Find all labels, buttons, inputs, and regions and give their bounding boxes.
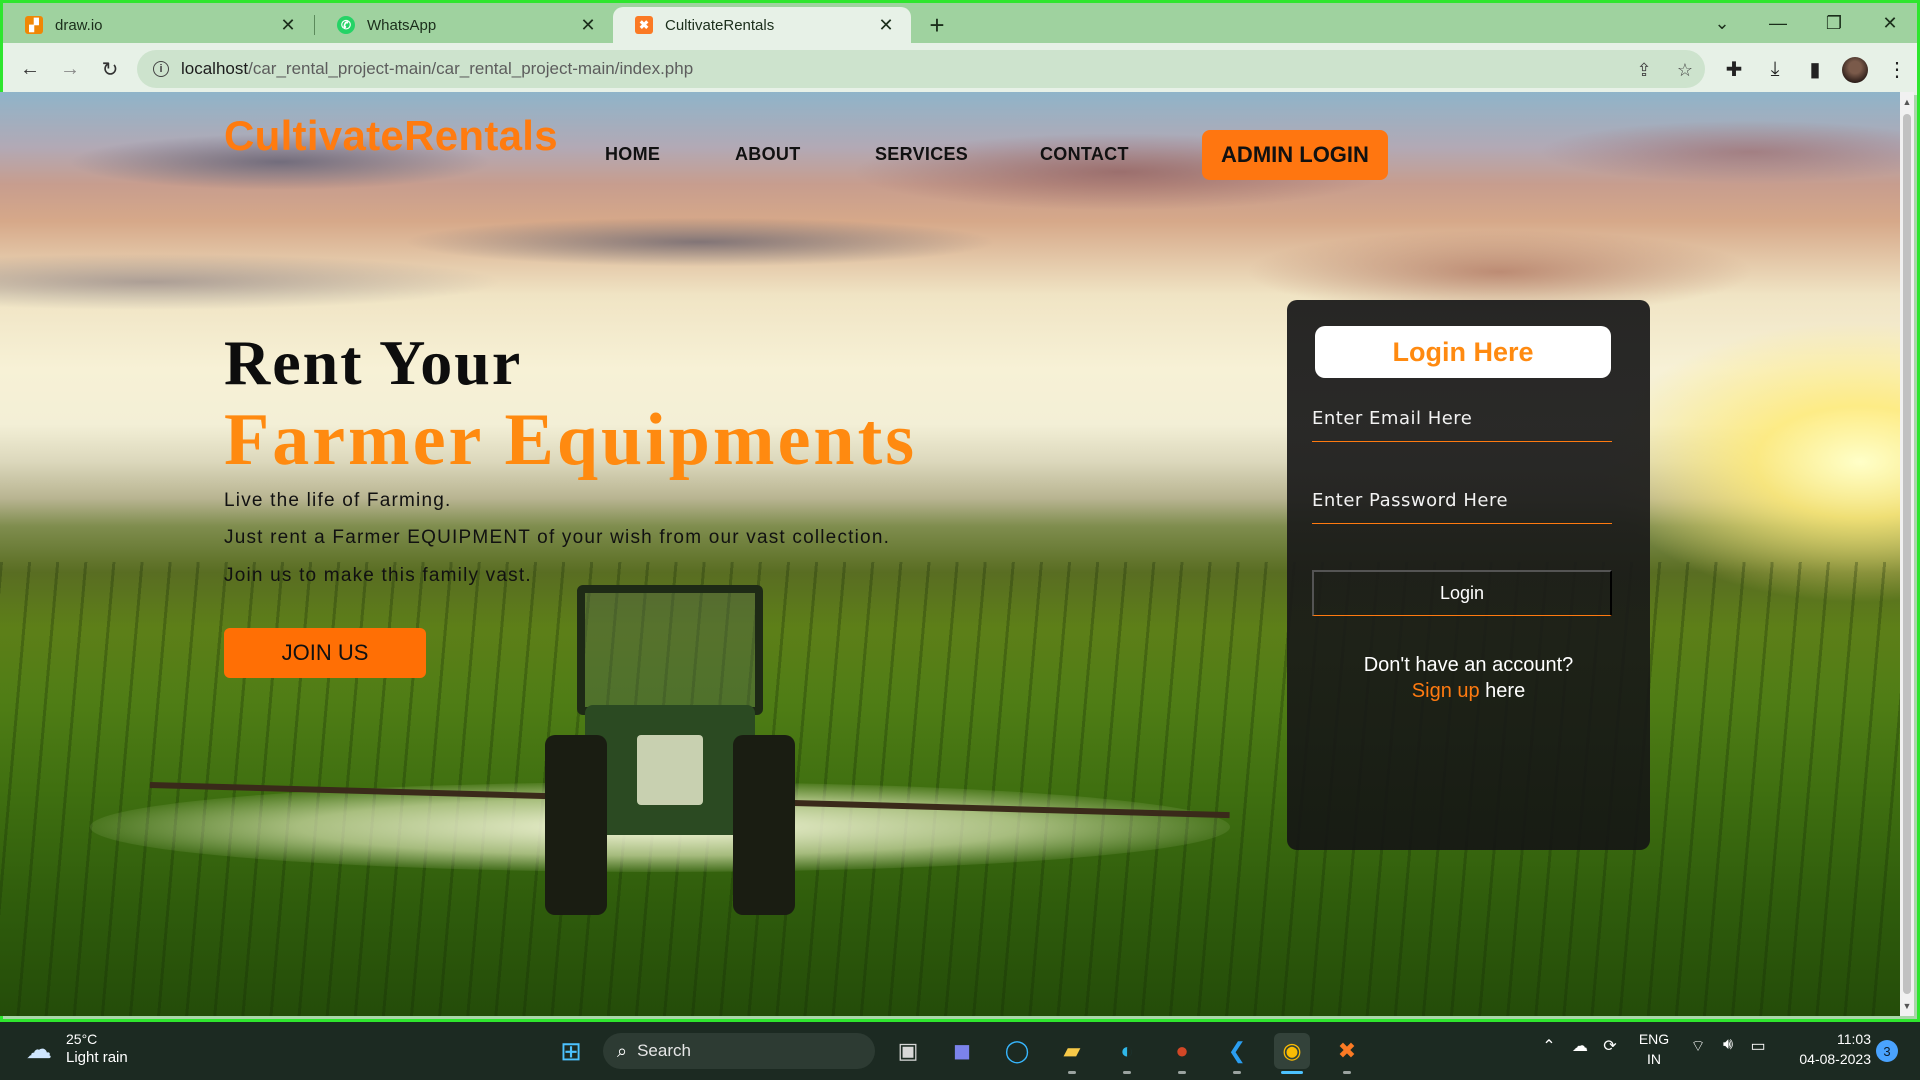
new-tab-button[interactable]: +	[921, 9, 953, 41]
join-us-button[interactable]: JOIN US	[224, 628, 426, 678]
file-explorer-icon[interactable]: ▰	[1054, 1033, 1090, 1069]
restore-button[interactable]: ❐	[1811, 7, 1857, 39]
tab-whatsapp[interactable]: ✆ WhatsApp ✕	[315, 7, 613, 43]
signup-prompt-text: Don't have an account?	[1363, 654, 1574, 676]
password-field[interactable]	[1312, 478, 1612, 522]
search-label: Search	[637, 1041, 691, 1060]
minimize-button[interactable]: —	[1755, 7, 1801, 39]
scroll-down-arrow-icon[interactable]: ▼	[1900, 998, 1914, 1014]
taskbar-search[interactable]: ⌕ Search	[603, 1033, 875, 1069]
nav-about[interactable]: ABOUT	[735, 144, 801, 165]
battery-icon[interactable]: ▭	[1746, 1036, 1770, 1056]
tab-cultivaterentals[interactable]: ✖ CultivateRentals ✕	[613, 7, 911, 43]
reload-icon[interactable]: ↻	[94, 53, 126, 85]
language-indicator[interactable]: ENG IN	[1636, 1029, 1672, 1069]
tab-title: CultivateRentals	[665, 16, 775, 34]
chevron-up-icon[interactable]: ⌃	[1538, 1036, 1560, 1056]
running-indicator	[1068, 1071, 1076, 1074]
login-card: Login Here Login Don't have an account? …	[1287, 300, 1650, 850]
profile-avatar[interactable]	[1842, 57, 1868, 83]
login-button[interactable]: Login	[1312, 570, 1612, 616]
signup-prompt: Don't have an account? Sign up here	[1287, 652, 1650, 704]
url-path: /car_rental_project-main/car_rental_proj…	[248, 59, 694, 78]
vscode-icon[interactable]: ❮	[1219, 1033, 1255, 1069]
weather-temp: 25°C	[66, 1031, 98, 1047]
login-card-title: Login Here	[1315, 326, 1611, 378]
weather-desc: Light rain	[66, 1049, 128, 1066]
tab-search-chevron-icon[interactable]: ⌄	[1699, 7, 1745, 39]
volume-icon[interactable]: 🔊︎	[1716, 1036, 1740, 1054]
wifi-icon[interactable]: ⌔	[1686, 1036, 1710, 1056]
tab-title: WhatsApp	[367, 16, 437, 34]
xampp-icon[interactable]: ✖	[1329, 1033, 1365, 1069]
tractor-image	[545, 585, 795, 915]
url-host: localhost	[181, 59, 249, 78]
tab-strip: ▞ draw.io ✕ ✆ WhatsApp ✕ ✖ CultivateRent…	[3, 3, 1917, 43]
nav-contact[interactable]: CONTACT	[1040, 144, 1129, 165]
back-arrow-icon[interactable]: ←	[14, 53, 46, 85]
scrollbar-thumb[interactable]	[1903, 114, 1911, 994]
bookmark-star-icon[interactable]: ☆	[1674, 59, 1696, 81]
page-viewport: CultivateRentals HOME ABOUT SERVICES CON…	[0, 92, 1900, 1016]
close-icon[interactable]: ✕	[577, 14, 599, 36]
windows-start-icon[interactable]: ⊞	[553, 1033, 589, 1069]
search-icon: ⌕	[617, 1040, 628, 1061]
cloud-rain-icon: ☁	[26, 1033, 52, 1064]
email-field[interactable]	[1312, 396, 1612, 440]
whatsapp-icon: ✆	[337, 16, 355, 34]
hero-heading: Rent Your	[224, 327, 523, 398]
address-bar[interactable]: i localhost/car_rental_project-main/car_…	[137, 50, 1705, 88]
region-code: IN	[1647, 1051, 1661, 1067]
hero-heading-accent: Farmer Equipments	[224, 399, 918, 481]
extensions-puzzle-icon[interactable]: ✚	[1718, 53, 1750, 85]
xampp-icon: ✖	[635, 16, 653, 34]
admin-login-button[interactable]: ADMIN LOGIN	[1202, 130, 1388, 180]
hero-paragraph: Join us to make this family vast.	[224, 565, 532, 586]
active-indicator	[1281, 1071, 1303, 1074]
close-icon[interactable]: ✕	[277, 14, 299, 36]
share-icon[interactable]: ⇪	[1633, 59, 1655, 81]
onedrive-cloud-icon[interactable]: ☁	[1568, 1036, 1592, 1056]
close-window-button[interactable]: ✕	[1867, 7, 1913, 39]
running-indicator	[1178, 1071, 1186, 1074]
teams-chat-icon[interactable]: ◼	[944, 1033, 980, 1069]
tab-drawio[interactable]: ▞ draw.io ✕	[3, 7, 313, 43]
page-scrollbar[interactable]: ▲ ▼	[1900, 92, 1914, 1016]
close-icon[interactable]: ✕	[875, 14, 897, 36]
password-field-wrapper	[1312, 478, 1612, 524]
running-indicator	[1233, 1071, 1241, 1074]
download-icon[interactable]: ⤓	[1759, 53, 1791, 85]
nav-home[interactable]: HOME	[605, 144, 660, 165]
hero-paragraph: Live the life of Farming.	[224, 490, 452, 511]
notification-badge[interactable]: 3	[1876, 1040, 1898, 1062]
powerpoint-icon[interactable]: ●	[1164, 1033, 1200, 1069]
windows-taskbar: ☁ 25°C Light rain ⊞ ⌕ Search ▣ ◼ ◯ ▰ ◐ ●…	[0, 1022, 1920, 1080]
tab-title: draw.io	[55, 16, 103, 34]
system-clock[interactable]: 11:03 04-08-2023	[1785, 1029, 1871, 1069]
browser-toolbar: ← → ↻ i localhost/car_rental_project-mai…	[3, 43, 1917, 95]
site-info-icon[interactable]: i	[153, 61, 169, 77]
drawio-icon: ▞	[25, 16, 43, 34]
cortana-icon[interactable]: ◯	[999, 1033, 1035, 1069]
nav-services[interactable]: SERVICES	[875, 144, 968, 165]
signup-link[interactable]: Sign up	[1412, 680, 1480, 702]
task-view-icon[interactable]: ▣	[890, 1033, 926, 1069]
chrome-icon[interactable]: ◉	[1274, 1033, 1310, 1069]
edge-browser-icon[interactable]: ◐	[1109, 1033, 1145, 1069]
running-indicator	[1123, 1071, 1131, 1074]
clock-date: 04-08-2023	[1799, 1051, 1871, 1067]
sync-icon[interactable]: ⟳	[1598, 1036, 1622, 1056]
menu-kebab-icon[interactable]: ⋮	[1881, 53, 1913, 85]
site-logo[interactable]: CultivateRentals	[224, 112, 558, 160]
running-indicator	[1343, 1071, 1351, 1074]
scroll-up-arrow-icon[interactable]: ▲	[1900, 94, 1914, 110]
email-field-wrapper	[1312, 396, 1612, 442]
clock-time: 11:03	[1837, 1031, 1871, 1047]
hero-paragraph: Just rent a Farmer EQUIPMENT of your wis…	[224, 527, 891, 548]
language-code: ENG	[1638, 1031, 1670, 1047]
forward-arrow-icon[interactable]: →	[54, 53, 86, 85]
side-panel-icon[interactable]: ▮	[1799, 53, 1831, 85]
weather-widget[interactable]: ☁ 25°C Light rain	[22, 1030, 128, 1068]
signup-suffix: here	[1479, 680, 1526, 702]
